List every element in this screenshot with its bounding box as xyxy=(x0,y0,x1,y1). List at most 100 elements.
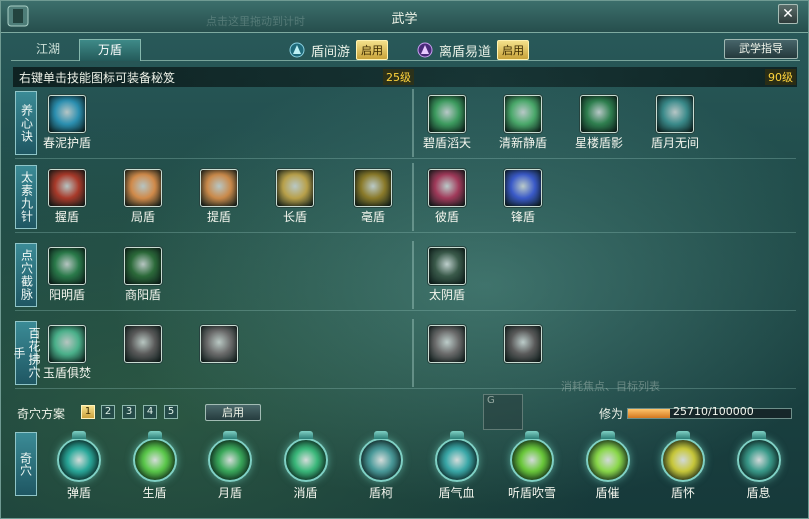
green-mandala-icon[interactable] xyxy=(504,95,542,133)
taiji-icon[interactable] xyxy=(48,247,86,285)
green-burst-icon[interactable] xyxy=(580,95,618,133)
qixue-slot[interactable]: 听盾吹雪 xyxy=(500,431,564,501)
shield-mode-enable-button[interactable]: 启用 xyxy=(356,40,389,60)
title-bar[interactable]: 点击这里拖动到计时 武学 ✕ xyxy=(1,1,808,33)
skill-slot[interactable]: 亳盾 xyxy=(343,169,403,225)
qixue-name: 生盾 xyxy=(142,486,167,500)
orb-icon[interactable] xyxy=(661,431,705,482)
skill-name: 玉盾俱焚 xyxy=(42,366,91,380)
skill-slot[interactable]: 商阳盾 xyxy=(113,247,173,303)
claw-icon[interactable] xyxy=(428,169,466,207)
skill-name: 清新静盾 xyxy=(498,136,547,150)
skill-slot[interactable]: 锋盾 xyxy=(493,169,553,225)
skill-row: 养心诀 春泥护盾 碧盾滔天 清新静盾 星楼盾影 盾月无间 xyxy=(15,89,796,159)
plan-enable-button[interactable]: 启用 xyxy=(205,404,261,421)
tab-jianghu[interactable]: 江湖 xyxy=(17,39,79,61)
skill-slot[interactable]: 星楼盾影 xyxy=(569,95,629,151)
plan-label: 奇穴方案 xyxy=(17,407,66,421)
skill-slot[interactable]: 阳明盾 xyxy=(37,247,97,303)
blue-slash-icon[interactable] xyxy=(504,169,542,207)
green-beast-icon[interactable] xyxy=(510,431,554,482)
skill-slot[interactable]: 盾月无间 xyxy=(645,95,705,151)
tab-wandun[interactable]: 万盾 xyxy=(79,39,141,61)
qixue-name: 听盾吹雪 xyxy=(507,486,556,500)
skill-slot[interactable]: 清新静盾 xyxy=(493,95,553,151)
palm-glow-icon[interactable] xyxy=(200,169,238,207)
skill-slot[interactable]: 春泥护盾 xyxy=(37,95,97,151)
level-right-badge: 90级 xyxy=(765,69,796,85)
tree-icon[interactable] xyxy=(434,431,479,482)
jade-ring-icon[interactable] xyxy=(48,325,86,363)
blue-rune-icon[interactable] xyxy=(48,95,86,133)
gold-streak-icon[interactable] xyxy=(354,169,392,207)
plan-button-4[interactable]: 4 xyxy=(143,405,157,419)
qixue-name: 月盾 xyxy=(217,486,242,500)
qixue-name: 弹盾 xyxy=(66,486,91,500)
skill-slot[interactable]: 局盾 xyxy=(113,169,173,225)
skill-name: 太阴盾 xyxy=(428,288,465,302)
green-wave-icon[interactable] xyxy=(428,95,466,133)
skill-slot[interactable]: 握盾 xyxy=(37,169,97,225)
qixue-slot[interactable]: 消盾 xyxy=(274,431,338,501)
skill-name: 碧盾滔天 xyxy=(422,136,471,150)
qixue-name: 盾怀 xyxy=(670,486,695,500)
qixue-slot[interactable]: 盾柯 xyxy=(349,431,413,501)
wuxue-guide-button[interactable]: 武学指导 xyxy=(724,39,798,59)
qixue-name: 盾息 xyxy=(746,486,771,500)
skill-slot[interactable]: 碧盾滔天 xyxy=(417,95,477,151)
skill-slot[interactable]: 长盾 xyxy=(265,169,325,225)
plan-button-5[interactable]: 5 xyxy=(164,405,178,419)
level-left-badge: 25级 xyxy=(383,69,414,85)
skill-slot[interactable]: 彼盾 xyxy=(417,169,477,225)
skill-slot[interactable]: 太阴盾 xyxy=(417,247,477,303)
teal-sprite-icon[interactable] xyxy=(359,431,403,482)
qixue-slot[interactable]: 盾怀 xyxy=(651,431,715,501)
fist-icon[interactable] xyxy=(276,169,314,207)
skill-slot[interactable]: 玉盾俱焚 xyxy=(37,325,97,381)
figure-icon[interactable] xyxy=(656,95,694,133)
tab-bar: 江湖 万盾 xyxy=(11,39,800,61)
skill-name: 星楼盾影 xyxy=(574,136,623,150)
skill-slot[interactable] xyxy=(493,325,553,364)
gray-swirl-icon[interactable] xyxy=(124,325,162,363)
qixue-slot[interactable]: 生盾 xyxy=(123,431,187,501)
clover-icon[interactable] xyxy=(208,431,252,482)
plan-button-2[interactable]: 2 xyxy=(101,405,115,419)
qixue-slot[interactable]: 月盾 xyxy=(198,431,262,501)
sage-icon[interactable] xyxy=(736,431,781,482)
skill-name: 长盾 xyxy=(282,210,307,224)
green-flame-icon[interactable] xyxy=(283,431,328,482)
qixue-slot[interactable]: 盾息 xyxy=(727,431,791,501)
gray-burst-icon[interactable] xyxy=(504,325,542,363)
skill-row: 太素九针 握盾 局盾 提盾 长盾 亳盾 彼盾 锋盾 xyxy=(15,163,796,233)
skill-slot[interactable] xyxy=(417,325,477,364)
gray-cloud-icon[interactable] xyxy=(200,325,238,363)
row-divider xyxy=(412,163,414,231)
shadow-figure-icon[interactable] xyxy=(428,247,466,285)
skill-name: 握盾 xyxy=(54,210,79,224)
dragon-icon[interactable] xyxy=(124,247,162,285)
qixue-slot[interactable]: 弹盾 xyxy=(47,431,111,501)
skill-name: 盾月无间 xyxy=(650,136,699,150)
skill-name: 锋盾 xyxy=(510,210,535,224)
plan-button-3[interactable]: 3 xyxy=(122,405,136,419)
hint-text: 右键单击技能图标可装备秘笈 xyxy=(19,71,176,85)
skill-slot[interactable] xyxy=(113,325,173,364)
qixue-name: 盾气血 xyxy=(438,486,475,500)
window-title: 武学 xyxy=(391,12,418,27)
palm-icon[interactable] xyxy=(124,169,162,207)
teal-swirl-icon[interactable] xyxy=(57,431,101,482)
red-blade-icon[interactable] xyxy=(48,169,86,207)
shield-mode-enable-button[interactable]: 启用 xyxy=(497,40,530,60)
qixue-slot[interactable]: 盾催 xyxy=(576,431,640,501)
plan-button-1[interactable]: 1 xyxy=(81,405,95,419)
blue-shield-icon xyxy=(289,42,305,58)
qixue-slot[interactable]: 盾气血 xyxy=(425,431,489,501)
skill-row-label: 养心诀 xyxy=(15,91,37,155)
skill-slot[interactable]: 提盾 xyxy=(189,169,249,225)
close-button[interactable]: ✕ xyxy=(778,4,798,24)
leaf-icon[interactable] xyxy=(585,431,630,482)
gray-hand-icon[interactable] xyxy=(428,325,466,363)
green-light-icon[interactable] xyxy=(132,431,177,482)
skill-slot[interactable] xyxy=(189,325,249,364)
